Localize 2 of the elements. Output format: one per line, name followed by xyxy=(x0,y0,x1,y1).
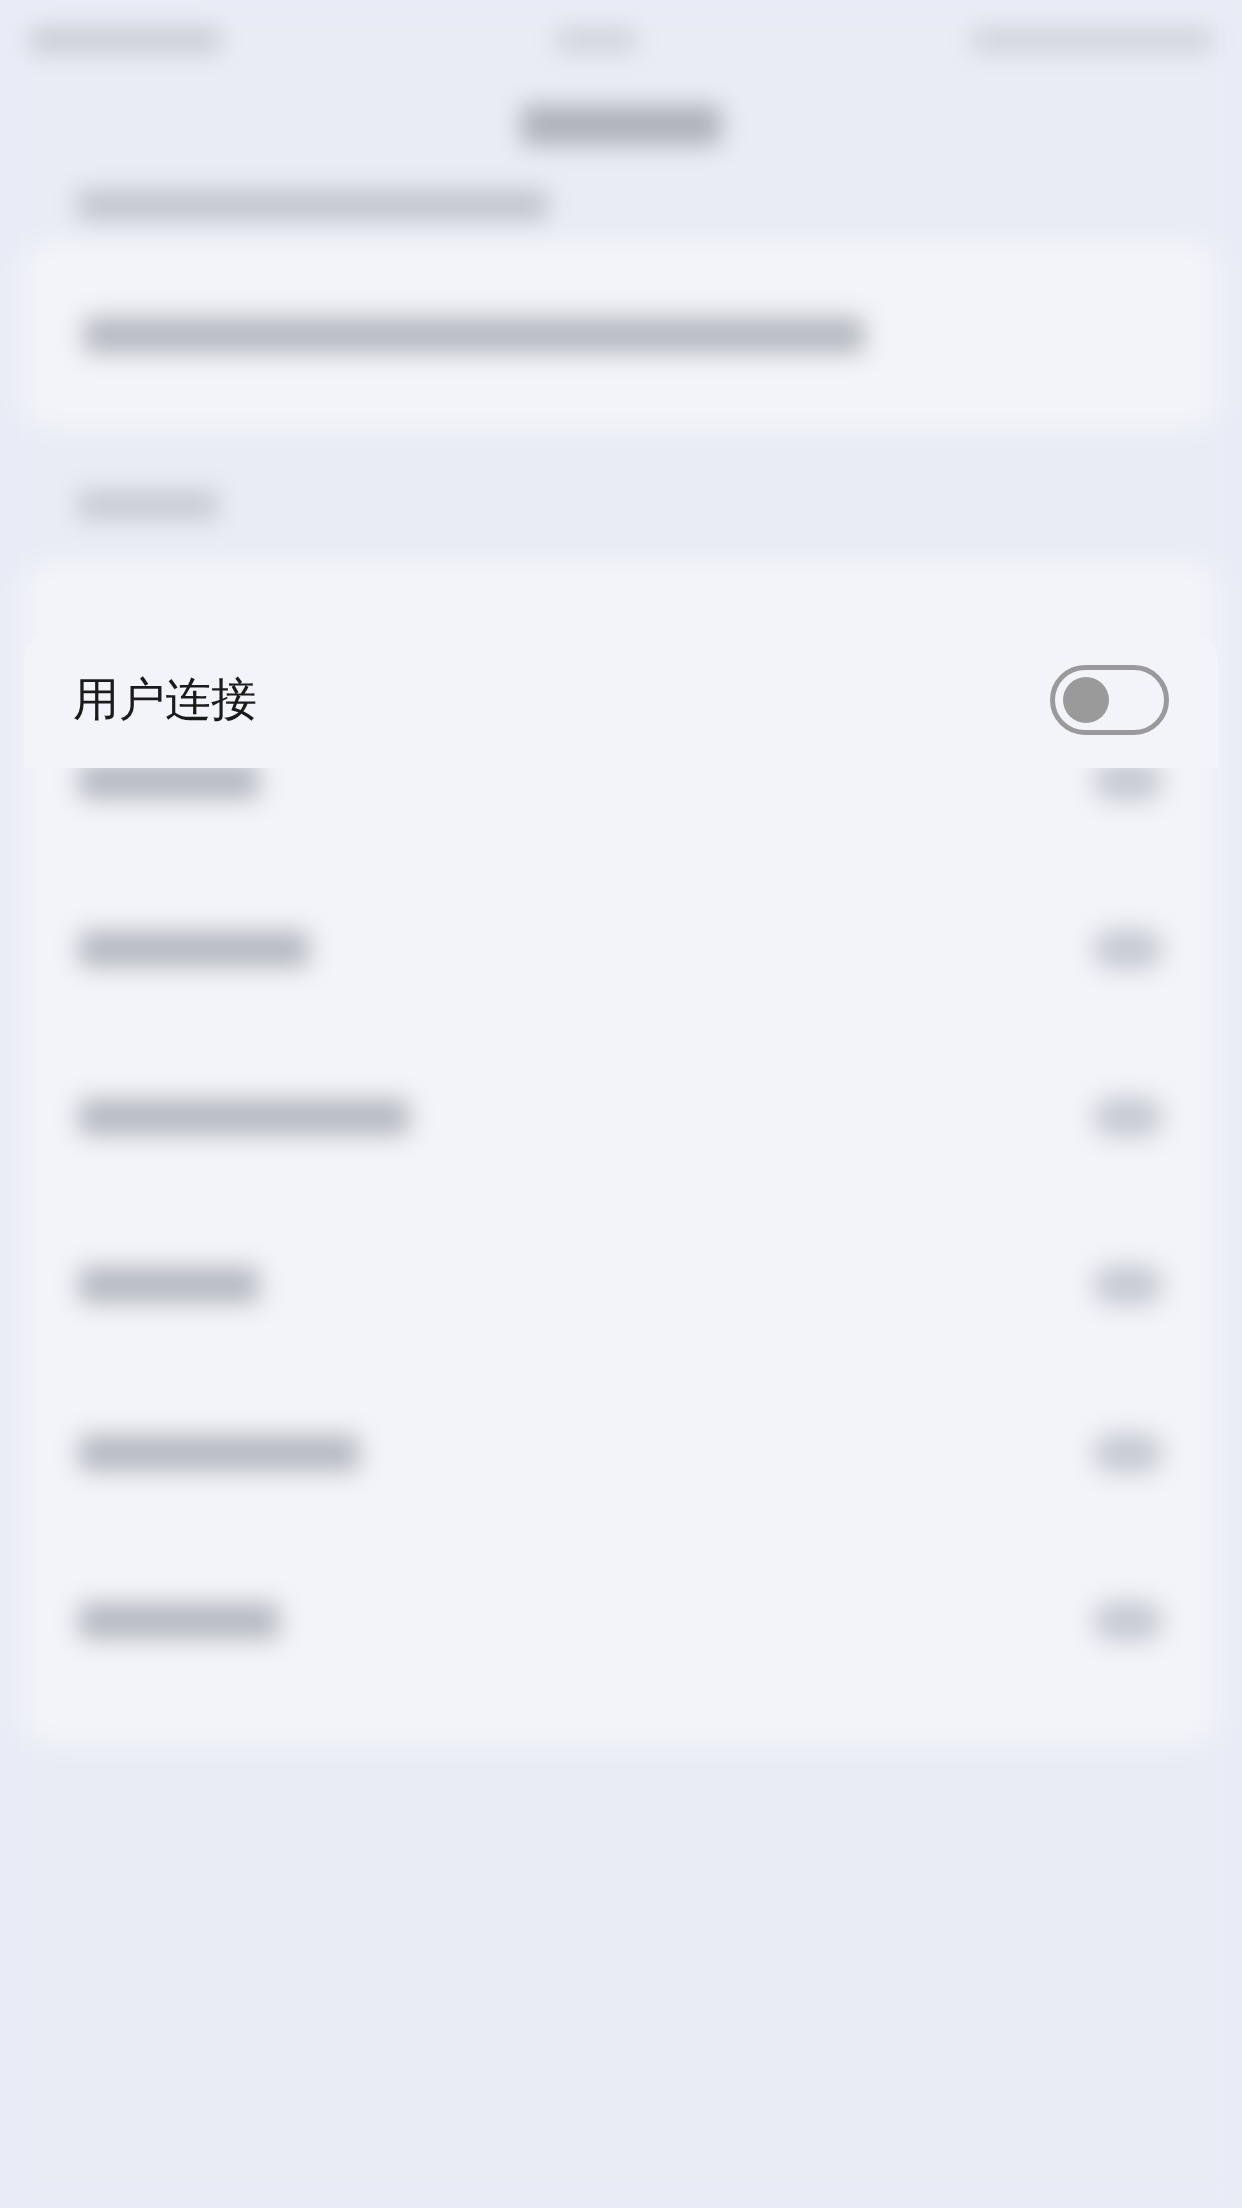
setting-label: 用户连接 xyxy=(73,671,257,728)
toggle-switch[interactable] xyxy=(1050,664,1169,735)
